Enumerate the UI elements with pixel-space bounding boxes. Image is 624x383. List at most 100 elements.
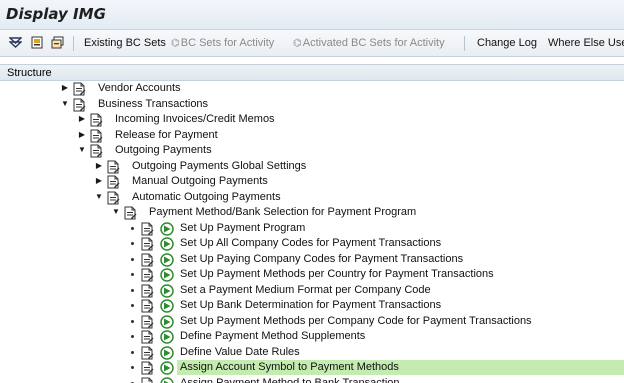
execute-activity-icon[interactable] [160, 299, 174, 313]
expand-subtree-icon[interactable] [9, 36, 22, 49]
expand-toggle-icon[interactable]: ▶ [78, 130, 86, 140]
tree-node-label: Automatic Outgoing Payments [132, 190, 281, 203]
img-documentation-icon[interactable] [140, 299, 154, 313]
img-documentation-icon[interactable] [72, 82, 86, 96]
img-documentation-icon[interactable] [106, 175, 120, 189]
tree-activity-row[interactable]: Set Up Paying Company Codes for Payment … [0, 252, 624, 268]
bc-sets-for-activity-button[interactable]: ⌬BC Sets for Activity [171, 37, 274, 49]
tree-node-label: Assign Account Symbol to Payment Methods [180, 361, 399, 373]
tree-node-label: Manual Outgoing Payments [132, 175, 268, 187]
tree-node-label: Define Value Date Rules [180, 345, 300, 358]
execute-activity-icon[interactable] [160, 252, 174, 267]
execute-activity-icon[interactable] [160, 314, 174, 329]
tree-node-label: Set Up All Company Codes for Payment Tra… [180, 237, 442, 249]
img-documentation-icon[interactable] [106, 160, 120, 174]
collapse-toggle-icon[interactable]: ▼ [61, 99, 69, 109]
tree-node-label: Payment Method/Bank Selection for Paymen… [149, 206, 417, 218]
tree-folder-row[interactable]: ▶ Vendor Accounts [0, 81, 624, 97]
execute-activity-icon[interactable] [160, 361, 174, 375]
img-documentation-icon[interactable] [140, 330, 154, 344]
tree-folder-row[interactable]: ▶ Manual Outgoing Payments [0, 174, 624, 190]
tree-activity-row[interactable]: Set Up Bank Determination for Payment Tr… [0, 298, 624, 314]
collapse-toggle-icon[interactable]: ▼ [78, 145, 86, 155]
change-log-button[interactable]: Change Log [477, 37, 537, 49]
expand-toggle-icon[interactable]: ▶ [61, 83, 69, 93]
img-documentation-icon[interactable] [89, 144, 103, 158]
expand-toggle-icon[interactable]: ▶ [95, 161, 103, 171]
application-toolbar: Existing BC Sets ⌬BC Sets for Activity ⌬… [0, 30, 624, 57]
leaf-bullet-icon [131, 335, 134, 338]
tree-folder-row[interactable]: ▼ Outgoing Payments [0, 143, 624, 159]
img-documentation-icon[interactable] [140, 346, 154, 360]
bc-sets-for-activity-label: BC Sets for Activity [180, 37, 275, 49]
tree-folder-row[interactable]: ▶ Release for Payment [0, 128, 624, 144]
structure-header: Structure [0, 64, 624, 81]
img-documentation-icon[interactable] [123, 206, 137, 220]
leaf-bullet-icon [131, 304, 134, 307]
tree-node-label: Set Up Payment Methods per Country for P… [180, 268, 494, 280]
img-documentation-icon[interactable] [106, 191, 120, 205]
leaf-bullet-icon [131, 242, 134, 245]
img-documentation-icon[interactable] [140, 284, 154, 298]
bc-set-icon: ⌬ [293, 38, 302, 49]
activated-bc-sets-label: Activated BC Sets for Activity [302, 37, 445, 49]
execute-activity-icon[interactable] [160, 237, 174, 251]
tree-node-label: Define Payment Method Supplements [180, 330, 366, 342]
leaf-bullet-icon [131, 273, 134, 276]
execute-activity-icon[interactable] [160, 330, 174, 344]
img-documentation-icon[interactable] [140, 315, 154, 329]
tree-activity-row[interactable]: Set Up Payment Methods per Country for P… [0, 267, 624, 283]
expand-toggle-icon[interactable]: ▶ [95, 176, 103, 186]
tree-activity-row[interactable]: Assign Account Symbol to Payment Methods [0, 360, 624, 376]
collapse-toggle-icon[interactable]: ▼ [95, 192, 103, 202]
img-documentation-icon[interactable] [140, 222, 154, 236]
tree-node-label: Set Up Payment Program [180, 221, 306, 234]
bc-set-icon: ⌬ [171, 38, 180, 49]
tree-folder-row[interactable]: ▼ Business Transactions [0, 97, 624, 113]
tree-node-label: Release for Payment [115, 128, 218, 141]
tree-folder-row[interactable]: ▶ Outgoing Payments Global Settings [0, 159, 624, 175]
tree-node-label: Set Up Bank Determination for Payment Tr… [180, 299, 442, 311]
leaf-bullet-icon [131, 366, 134, 369]
tree-node-label: Vendor Accounts [98, 82, 181, 94]
where-else-used-button[interactable]: Where Else Used [548, 37, 624, 49]
img-documentation-icon[interactable] [140, 237, 154, 251]
existing-bc-sets-button[interactable]: Existing BC Sets [84, 37, 166, 49]
img-documentation-icon[interactable] [140, 377, 154, 383]
tree-activity-row[interactable]: Assign Payment Method to Bank Transactio… [0, 376, 624, 383]
tree-folder-row[interactable]: ▼ Payment Method/Bank Selection for Paym… [0, 205, 624, 221]
collapse-toggle-icon[interactable]: ▼ [112, 207, 120, 217]
leaf-bullet-icon [131, 350, 134, 354]
tree-node-label: Assign Payment Method to Bank Transactio… [180, 376, 400, 383]
tree-node-label: Outgoing Payments [115, 144, 212, 156]
title-bar: Display IMG [0, 0, 624, 30]
tree-activity-row[interactable]: Set Up Payment Program [0, 221, 624, 237]
img-documentation-icon[interactable] [140, 253, 154, 267]
tree-node-label: Set Up Paying Company Codes for Payment … [180, 252, 464, 265]
img-documentation-icon[interactable] [72, 98, 86, 112]
tree-activity-row[interactable]: Define Payment Method Supplements [0, 329, 624, 345]
img-documentation-icon[interactable] [89, 129, 103, 143]
img-structure-tree: ▶ Vendor Accounts ▼ Business Transactions… [0, 81, 624, 383]
tree-folder-row[interactable]: ▶ Incoming Invoices/Credit Memos [0, 112, 624, 128]
img-documentation-icon[interactable] [89, 113, 103, 127]
activated-bc-sets-button[interactable]: ⌬Activated BC Sets for Activity [293, 37, 445, 49]
execute-activity-icon[interactable] [160, 345, 174, 360]
tree-folder-row[interactable]: ▼ Automatic Outgoing Payments [0, 190, 624, 206]
tree-node-label: Set Up Payment Methods per Company Code … [180, 314, 532, 327]
execute-activity-icon[interactable] [160, 221, 174, 236]
execute-activity-icon[interactable] [160, 283, 174, 298]
leaf-bullet-icon [131, 319, 134, 323]
tree-activity-row[interactable]: Define Value Date Rules [0, 345, 624, 361]
tree-activity-row[interactable]: Set a Payment Medium Format per Company … [0, 283, 624, 299]
tree-activity-row[interactable]: Set Up All Company Codes for Payment Tra… [0, 236, 624, 252]
img-documentation-icon[interactable] [140, 268, 154, 282]
tree-node-label: Incoming Invoices/Credit Memos [115, 113, 275, 125]
documentation-icon[interactable] [31, 36, 44, 49]
release-notes-icon[interactable] [51, 36, 64, 49]
tree-activity-row[interactable]: Set Up Payment Methods per Company Code … [0, 314, 624, 330]
img-documentation-icon[interactable] [140, 361, 154, 375]
expand-toggle-icon[interactable]: ▶ [78, 114, 86, 124]
execute-activity-icon[interactable] [160, 268, 174, 282]
execute-activity-icon[interactable] [160, 376, 174, 383]
